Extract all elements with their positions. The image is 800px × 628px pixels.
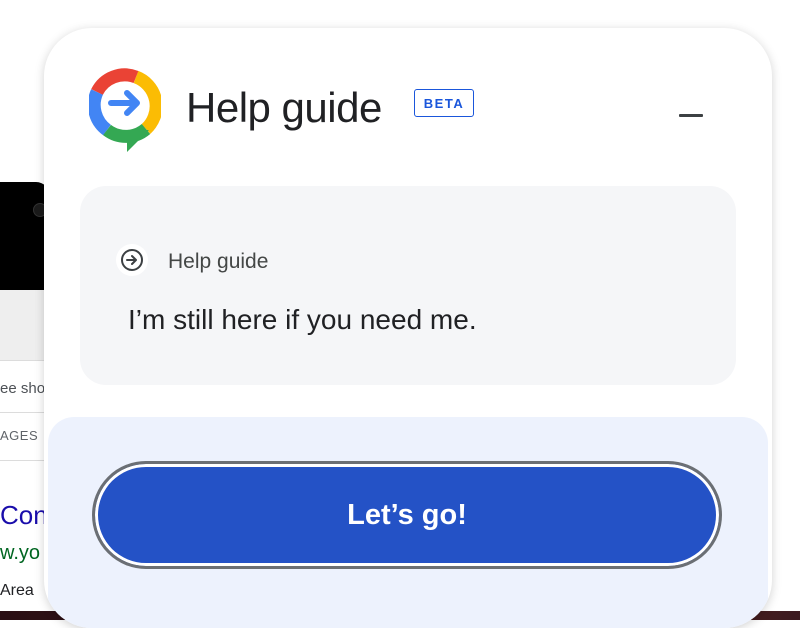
background-result-snippet: Area (0, 582, 34, 599)
background-tab[interactable]: AGES (0, 428, 50, 443)
background-divider (0, 412, 50, 413)
minimize-icon[interactable] (668, 102, 704, 126)
message-text: I’m still here if you need me. (128, 304, 477, 335)
background-result-url: w.yo (0, 542, 41, 564)
message-sender: Help guide (168, 250, 269, 273)
background-divider (0, 360, 50, 361)
google-help-guide-logo-icon (89, 68, 161, 152)
background-divider (0, 460, 50, 461)
beta-badge: BETA (414, 89, 474, 117)
panel-title: Help guide (186, 84, 382, 131)
lets-go-button[interactable]: Let’s go! (92, 461, 722, 569)
background-device-image (0, 182, 50, 290)
arrow-circle-icon (116, 244, 148, 276)
message-card: Help guide I’m still here if you need me… (80, 186, 736, 385)
background-snippet: ee sho (0, 380, 46, 397)
help-guide-panel: Help guide BETA Help guide I’m still her… (44, 28, 772, 628)
background-result-link[interactable]: Con (0, 500, 50, 531)
panel-footer: Let’s go! (48, 417, 768, 628)
background-gray-block (0, 290, 50, 360)
